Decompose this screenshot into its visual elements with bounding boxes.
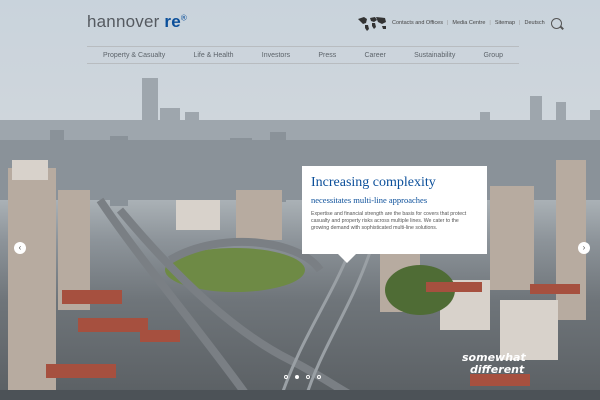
nav-item-property-casualty[interactable]: Property & Casualty: [103, 52, 165, 59]
brand-tagline: somewhat different: [462, 352, 532, 376]
teaser-title: Increasing complexity: [311, 175, 436, 190]
language-link[interactable]: Deutsch: [524, 20, 544, 26]
carousel-dot[interactable]: [295, 375, 299, 379]
teaser-body: Expertise and financial strength are the…: [311, 211, 467, 231]
logo-registered-mark: ®: [180, 13, 188, 23]
carousel-prev-button[interactable]: ‹: [14, 242, 26, 254]
tagline-line2: different: [470, 363, 525, 376]
contacts-link[interactable]: Contacts and Offices: [392, 20, 443, 26]
nav-item-career[interactable]: Career: [364, 52, 385, 59]
teaser-subtitle: necessitates multi-line approaches: [311, 195, 428, 205]
nav-item-life-health[interactable]: Life & Health: [193, 52, 233, 59]
logo-main-text: hannover: [87, 12, 165, 31]
carousel-next-button[interactable]: ›: [578, 242, 590, 254]
chevron-left-icon: ‹: [18, 243, 22, 252]
world-map-icon: [358, 17, 386, 31]
site-header: hannover re® Contacts and Offices | Medi…: [0, 0, 600, 70]
logo-accent-text: re: [164, 12, 181, 31]
utility-separator: |: [519, 20, 521, 26]
carousel-dot[interactable]: [284, 375, 288, 379]
chevron-right-icon: ›: [582, 243, 586, 252]
nav-item-investors[interactable]: Investors: [262, 52, 290, 59]
utility-separator: |: [446, 20, 449, 26]
carousel-dot[interactable]: [317, 375, 321, 379]
media-centre-link[interactable]: Media Centre: [452, 20, 485, 26]
utility-bar: Contacts and Offices | Media Centre | Si…: [356, 14, 562, 32]
teaser-box[interactable]: Increasing complexity necessitates multi…: [302, 166, 487, 263]
nav-item-press[interactable]: Press: [318, 52, 336, 59]
carousel-pagination: [284, 375, 321, 379]
main-nav: Property & Casualty Life & Health Invest…: [87, 46, 519, 64]
utility-separator: |: [489, 20, 491, 26]
nav-item-group[interactable]: Group: [484, 52, 503, 59]
hannover-re-logo[interactable]: hannover re®: [87, 12, 187, 32]
sitemap-link[interactable]: Sitemap: [495, 20, 515, 26]
search-icon[interactable]: [550, 17, 562, 29]
carousel-dot[interactable]: [306, 375, 310, 379]
nav-item-sustainability[interactable]: Sustainability: [414, 52, 455, 59]
